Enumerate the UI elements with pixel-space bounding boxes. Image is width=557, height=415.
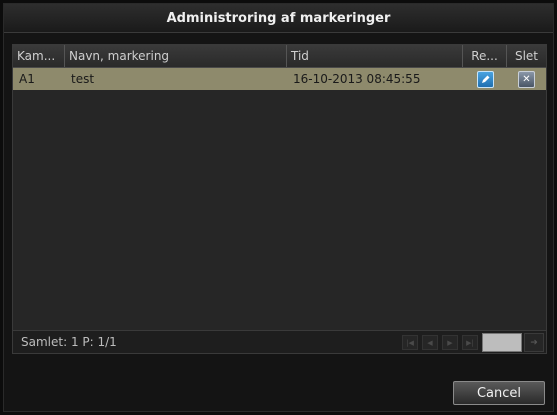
cell-time: 16-10-2013 08:45:55 — [293, 72, 421, 86]
pager: |◀ ◀ ▶ ▶| — [402, 335, 478, 350]
col-edit[interactable]: Re... — [463, 45, 507, 67]
marker-admin-dialog: Administroring af markeringer Kam... Nav… — [3, 3, 554, 412]
cell-edit — [463, 68, 507, 90]
col-name[interactable]: Navn, markering — [65, 45, 287, 67]
next-page-icon[interactable]: ▶ — [442, 335, 458, 350]
col-time[interactable]: Tid — [287, 45, 463, 67]
markers-table: Kam... Navn, markering Tid Re... Slet A1… — [12, 44, 547, 354]
col-camera[interactable]: Kam... — [13, 45, 65, 67]
pencil-glyph — [481, 75, 489, 83]
last-page-icon[interactable]: ▶| — [462, 335, 478, 350]
go-icon[interactable]: ➜ — [524, 333, 544, 352]
summary-text: Samlet: 1 P: 1/1 — [21, 335, 117, 349]
first-page-icon[interactable]: |◀ — [402, 335, 418, 350]
prev-page-icon[interactable]: ◀ — [422, 335, 438, 350]
page-number-input[interactable] — [482, 333, 522, 352]
dialog-title: Administroring af markeringer — [4, 4, 553, 33]
cancel-button[interactable]: Cancel — [453, 381, 545, 405]
cell-delete: ✕ — [507, 68, 546, 90]
col-delete[interactable]: Slet — [507, 45, 546, 67]
cell-camera: A1 — [19, 72, 35, 86]
cell-name: test — [71, 72, 95, 86]
close-icon[interactable]: ✕ — [518, 70, 535, 88]
pencil-icon[interactable] — [476, 70, 494, 88]
table-footer: Samlet: 1 P: 1/1 |◀ ◀ ▶ ▶| ➜ — [13, 330, 546, 353]
table-row[interactable]: A1 test 16-10-2013 08:45:55 ✕ — [13, 68, 546, 90]
table-header: Kam... Navn, markering Tid Re... Slet — [13, 45, 546, 68]
